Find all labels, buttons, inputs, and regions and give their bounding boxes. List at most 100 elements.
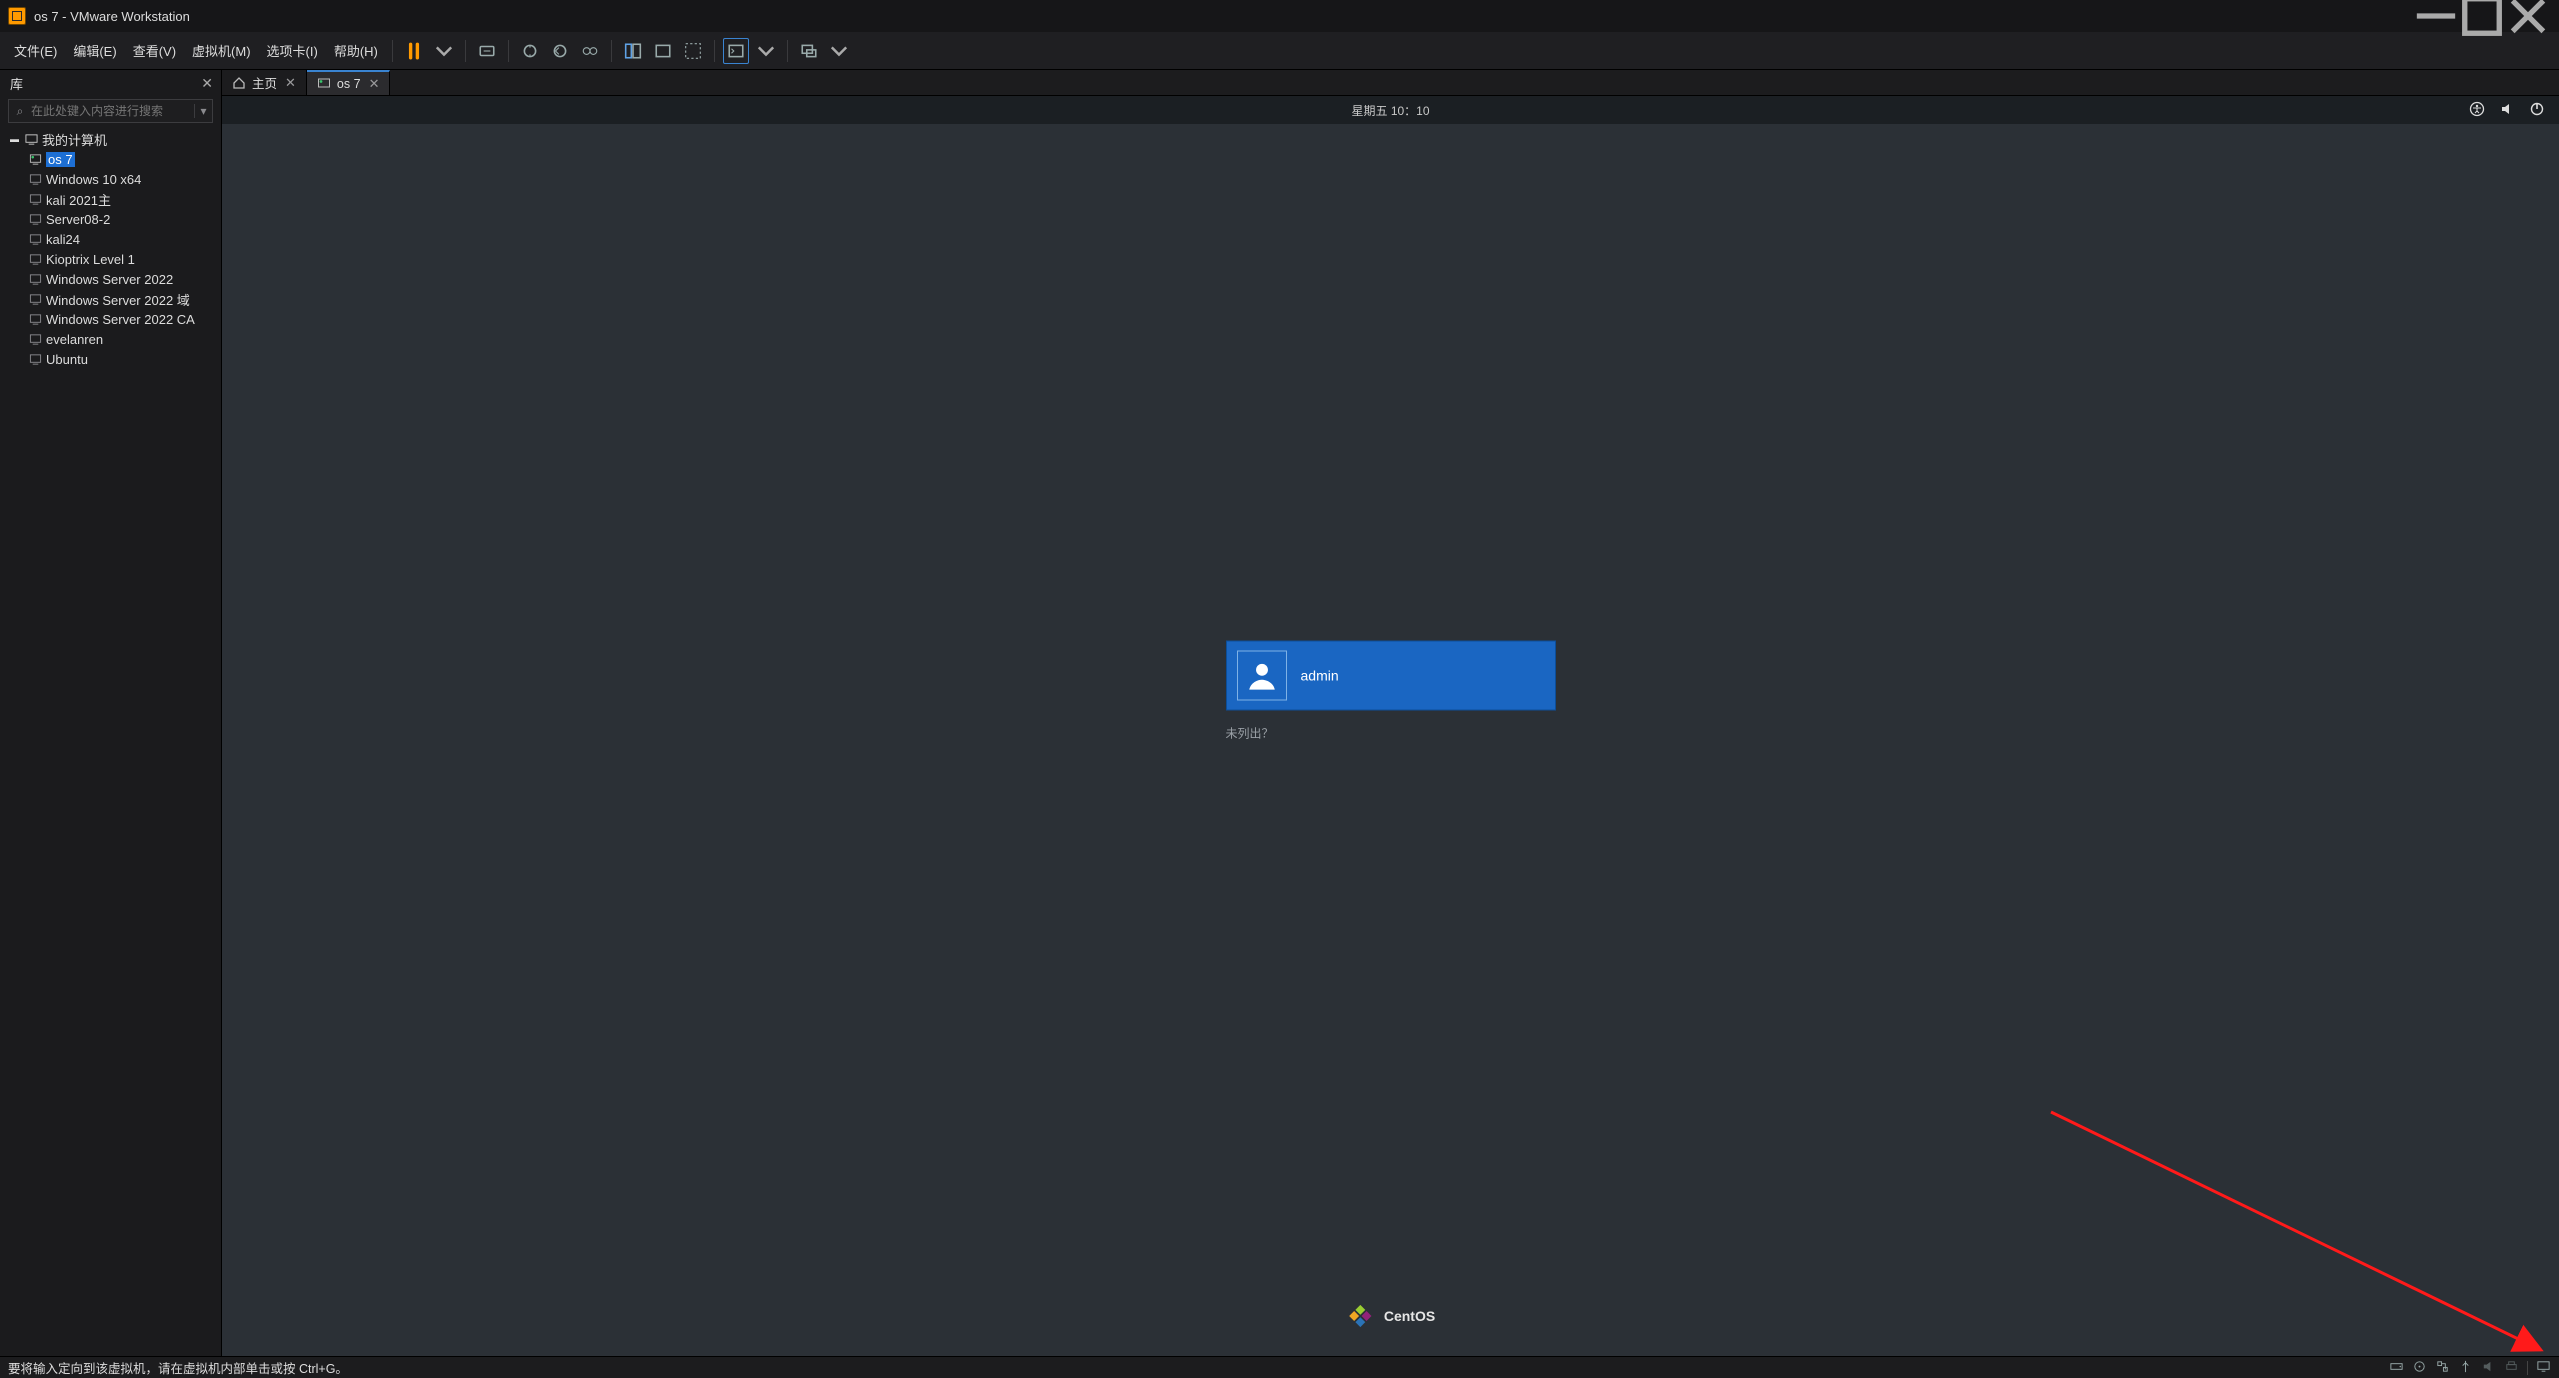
- library-title: 库: [10, 74, 23, 93]
- device-sound-icon[interactable]: [2481, 1359, 2496, 1377]
- distro-name: CentOS: [1384, 1308, 1435, 1324]
- login-card: admin 未列出？: [1226, 640, 1556, 741]
- tab-home[interactable]: 主页 ✕: [222, 70, 307, 95]
- tree-item[interactable]: os 7: [10, 149, 221, 169]
- centos-icon: [1346, 1302, 1374, 1330]
- menu-tabs[interactable]: 选项卡(I): [259, 37, 326, 64]
- gnome-clock: 星期五 10：10: [1351, 102, 1429, 119]
- tree-item-label: os 7: [46, 152, 75, 167]
- tree-item[interactable]: Windows Server 2022 CA: [10, 309, 221, 329]
- show-thumbnail-button[interactable]: [650, 38, 676, 64]
- collapse-icon[interactable]: ▬: [10, 134, 20, 144]
- menubar: 文件(E) 编辑(E) 查看(V) 虚拟机(M) 选项卡(I) 帮助(H): [0, 32, 2559, 70]
- tree-item[interactable]: Windows Server 2022 域: [10, 289, 221, 309]
- tab-vm[interactable]: os 7 ✕: [307, 70, 391, 95]
- vm-icon: [28, 292, 42, 306]
- device-cd-icon[interactable]: [2412, 1359, 2427, 1377]
- tree-root-label: 我的计算机: [42, 130, 107, 149]
- device-display-icon[interactable]: [2536, 1359, 2551, 1377]
- tree-root[interactable]: ▬ 我的计算机: [10, 129, 221, 149]
- menu-help[interactable]: 帮助(H): [326, 37, 386, 64]
- not-listed-link[interactable]: 未列出？: [1226, 724, 1556, 741]
- device-network-icon[interactable]: [2435, 1359, 2450, 1377]
- statusbar: 要将输入定向到该虚拟机，请在虚拟机内部单击或按 Ctrl+G。: [0, 1356, 2559, 1378]
- search-icon: ⌕: [9, 104, 31, 119]
- vm-icon: [28, 212, 42, 226]
- device-usb-icon[interactable]: [2458, 1359, 2473, 1377]
- computer-icon: [24, 132, 38, 146]
- power-icon[interactable]: [2529, 101, 2545, 120]
- snapshot-revert-button[interactable]: [547, 38, 573, 64]
- power-dropdown[interactable]: [431, 38, 457, 64]
- distro-logo: CentOS: [1346, 1302, 1435, 1330]
- window-titlebar: os 7 - VMware Workstation: [0, 0, 2559, 32]
- tree-item[interactable]: kali 2021主: [10, 189, 221, 209]
- tab-home-close[interactable]: ✕: [285, 75, 296, 91]
- tree-item[interactable]: Windows Server 2022: [10, 269, 221, 289]
- guest-display[interactable]: 星期五 10：10: [222, 96, 2559, 1356]
- vm-icon: [28, 272, 42, 286]
- tree-item-label: Windows Server 2022 CA: [46, 312, 195, 327]
- accessibility-icon[interactable]: [2469, 101, 2485, 120]
- volume-icon[interactable]: [2499, 101, 2515, 120]
- vm-icon: [28, 252, 42, 266]
- device-harddisk-icon[interactable]: [2389, 1359, 2404, 1377]
- tab-row: 主页 ✕ os 7 ✕: [222, 70, 2559, 96]
- vm-icon: [28, 192, 42, 206]
- send-ctrl-alt-del-button[interactable]: [474, 38, 500, 64]
- vm-icon: [28, 312, 42, 326]
- avatar-icon: [1237, 650, 1287, 700]
- statusbar-hint: 要将输入定向到该虚拟机，请在虚拟机内部单击或按 Ctrl+G。: [8, 1358, 348, 1377]
- tree-item-label: evelanren: [46, 332, 103, 347]
- tree-item[interactable]: Kioptrix Level 1: [10, 249, 221, 269]
- vm-running-icon: [317, 77, 331, 91]
- suspend-button[interactable]: [401, 38, 427, 64]
- tree-item[interactable]: kali24: [10, 229, 221, 249]
- maximize-button[interactable]: [2459, 0, 2505, 32]
- tree-item-label: Windows Server 2022 域: [46, 290, 190, 309]
- show-console-button[interactable]: [680, 38, 706, 64]
- vm-icon: [28, 172, 42, 186]
- login-user-button[interactable]: admin: [1226, 640, 1556, 710]
- tab-vm-label: os 7: [337, 77, 361, 91]
- library-sidebar: 库 ✕ ⌕ ▾ ▬ 我的计算机 os 7 Windows 10 x64 kali 2…: [0, 70, 222, 1356]
- menu-vm[interactable]: 虚拟机(M): [184, 37, 259, 64]
- tree-item[interactable]: Server08-2: [10, 209, 221, 229]
- tree-item-label: Windows Server 2022: [46, 272, 173, 287]
- library-search[interactable]: ⌕ ▾: [8, 99, 213, 123]
- menu-edit[interactable]: 编辑(E): [65, 37, 124, 64]
- tree-item-label: Windows 10 x64: [46, 172, 141, 187]
- tree-item[interactable]: Ubuntu: [10, 349, 221, 369]
- search-dropdown[interactable]: ▾: [194, 104, 212, 118]
- login-username: admin: [1301, 667, 1339, 683]
- app-icon: [8, 7, 26, 25]
- vm-icon: [28, 352, 42, 366]
- menu-view[interactable]: 查看(V): [125, 37, 184, 64]
- tree-item[interactable]: evelanren: [10, 329, 221, 349]
- tree-item-label: Server08-2: [46, 212, 110, 227]
- vm-tree[interactable]: ▬ 我的计算机 os 7 Windows 10 x64 kali 2021主 Serv…: [0, 127, 221, 1356]
- library-close-button[interactable]: ✕: [201, 75, 213, 92]
- minimize-button[interactable]: [2413, 0, 2459, 32]
- unity-button[interactable]: [796, 38, 822, 64]
- window-title: os 7 - VMware Workstation: [34, 9, 2413, 24]
- close-button[interactable]: [2505, 0, 2551, 32]
- show-library-button[interactable]: [620, 38, 646, 64]
- tree-item[interactable]: Windows 10 x64: [10, 169, 221, 189]
- search-input[interactable]: [31, 104, 194, 118]
- snapshot-take-button[interactable]: [517, 38, 543, 64]
- fullscreen-dropdown[interactable]: [753, 38, 779, 64]
- tree-item-label: Kioptrix Level 1: [46, 252, 135, 267]
- gnome-topbar: 星期五 10：10: [222, 96, 2559, 124]
- fullscreen-button[interactable]: [723, 38, 749, 64]
- snapshot-manager-button[interactable]: [577, 38, 603, 64]
- unity-dropdown[interactable]: [826, 38, 852, 64]
- annotation-arrow: [2041, 1102, 2559, 1362]
- vm-icon: [28, 232, 42, 246]
- tree-item-label: Ubuntu: [46, 352, 88, 367]
- tab-vm-close[interactable]: ✕: [369, 76, 380, 92]
- menu-file[interactable]: 文件(E): [6, 37, 65, 64]
- vm-icon: [28, 332, 42, 346]
- device-printer-icon[interactable]: [2504, 1359, 2519, 1377]
- device-icons: [2389, 1359, 2551, 1377]
